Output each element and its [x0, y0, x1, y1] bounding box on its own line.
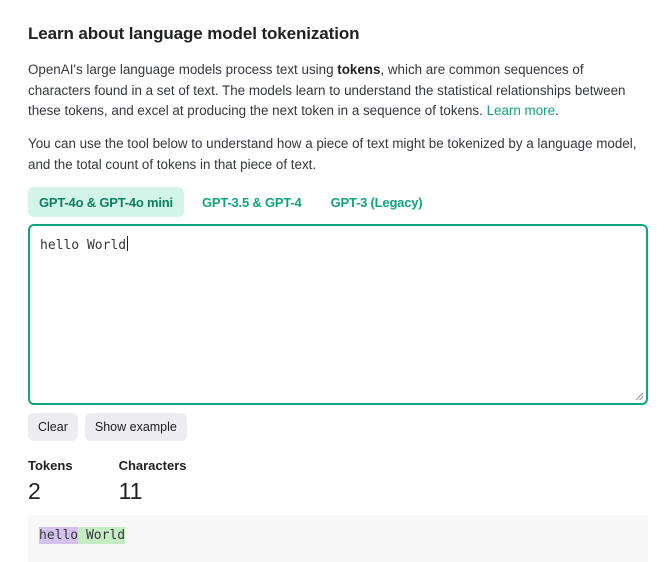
intro-text-1: OpenAI's large language models process t… — [28, 62, 338, 77]
tokens-label: Tokens — [28, 458, 73, 473]
text-input-value: hello World — [40, 238, 127, 253]
intro-text-end: . — [555, 103, 559, 118]
characters-count: 11 — [118, 478, 143, 504]
text-input[interactable]: hello World — [28, 224, 648, 405]
page-title: Learn about language model tokenization — [28, 24, 360, 43]
intro-paragraph: OpenAI's large language models process t… — [28, 60, 640, 122]
characters-label: Characters — [118, 458, 187, 473]
usage-paragraph: You can use the tool below to understand… — [28, 136, 637, 172]
tokens-count: 2 — [28, 478, 41, 504]
text-caret — [127, 236, 129, 251]
tab-gpt-4o[interactable]: GPT-4o & GPT-4o mini — [28, 187, 184, 217]
tab-gpt-3-5-gpt-4[interactable]: GPT-3.5 & GPT-4 — [191, 187, 313, 217]
learn-more-link[interactable]: Learn more — [487, 103, 555, 118]
token-chip: hello — [39, 527, 79, 544]
clear-button[interactable]: Clear — [28, 413, 78, 441]
resize-handle-icon[interactable] — [635, 392, 644, 401]
token-stats: Tokens 2 Characters 11 — [28, 458, 233, 505]
token-visualization: hello World — [28, 515, 648, 562]
token-chip: World — [78, 527, 126, 544]
tab-gpt-3-legacy[interactable]: GPT-3 (Legacy) — [320, 187, 434, 217]
intro-bold-tokens: tokens — [337, 62, 381, 77]
model-tabs: GPT-4o & GPT-4o mini GPT-3.5 & GPT-4 GPT… — [28, 187, 440, 217]
characters-stat: Characters 11 — [119, 458, 187, 505]
tokenizer-page: Learn about language model tokenization … — [0, 0, 672, 562]
show-example-button[interactable]: Show example — [84, 413, 187, 441]
tokens-stat: Tokens 2 — [28, 458, 73, 505]
editor-actions: Clear Show example — [28, 413, 187, 441]
